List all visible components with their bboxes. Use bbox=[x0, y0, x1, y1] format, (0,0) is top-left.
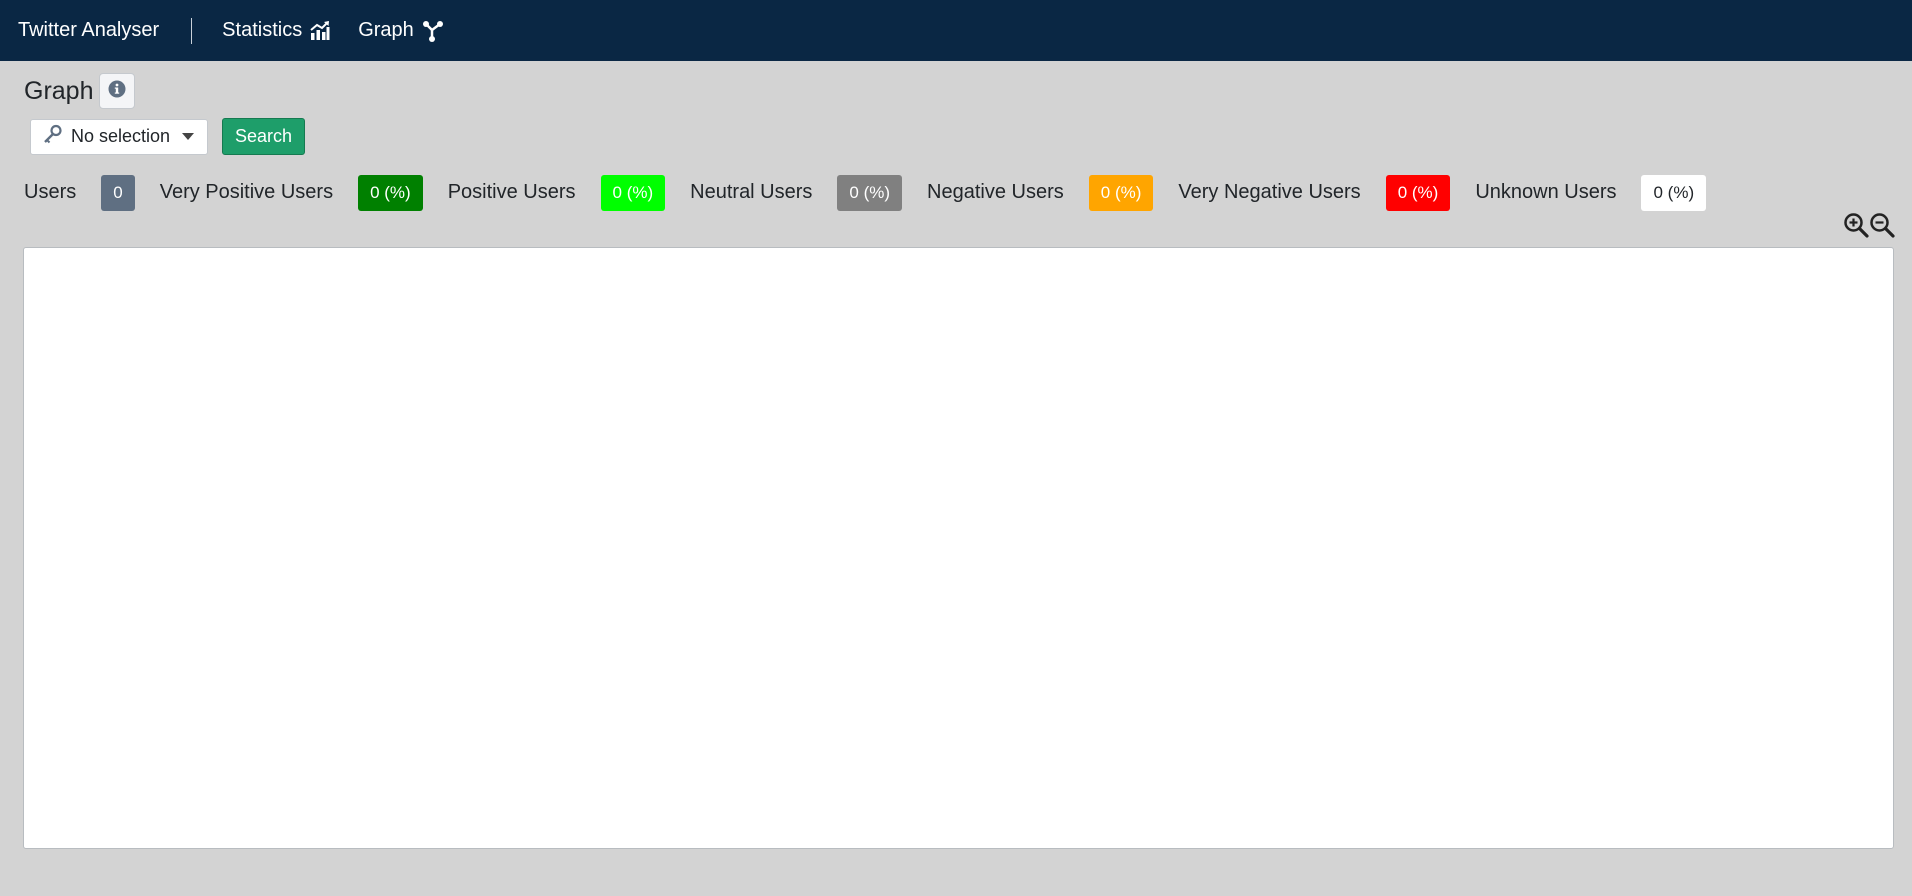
stat-label-very-negative: Very Negative Users bbox=[1178, 181, 1361, 203]
chevron-down-icon bbox=[182, 133, 195, 140]
stat-badge-unknown: 0 (%) bbox=[1641, 174, 1707, 211]
zoom-out-icon[interactable] bbox=[1869, 212, 1895, 238]
stat-badge-very-positive: 0 (%) bbox=[358, 174, 423, 211]
info-circle-icon bbox=[108, 80, 126, 103]
key-icon bbox=[43, 124, 63, 149]
stat-label-users: Users bbox=[24, 181, 77, 203]
dropdown-value: No selection bbox=[71, 126, 171, 146]
user-stats-row: Users 0 Very Positive Users 0 (%) Positi… bbox=[24, 174, 1731, 211]
stat-label-positive: Positive Users bbox=[447, 181, 576, 203]
top-navbar: Twitter Analyser Statistics Graph bbox=[0, 0, 1912, 61]
stat-badge-neutral: 0 (%) bbox=[837, 174, 903, 211]
search-button[interactable]: Search bbox=[222, 118, 306, 155]
chart-line-icon bbox=[310, 20, 330, 41]
stat-label-unknown: Unknown Users bbox=[1475, 181, 1617, 203]
nav-divider bbox=[191, 17, 193, 44]
stat-badge-very-negative: 0 (%) bbox=[1385, 174, 1451, 211]
brand-title[interactable]: Twitter Analyser bbox=[18, 19, 159, 42]
graph-nodes-icon bbox=[422, 20, 444, 42]
search-row: No selection Search bbox=[30, 118, 306, 155]
stat-label-very-positive: Very Positive Users bbox=[159, 181, 334, 203]
nav-link-statistics[interactable]: Statistics bbox=[222, 19, 330, 42]
key-select-dropdown[interactable]: No selection bbox=[30, 118, 208, 155]
nav-link-statistics-label: Statistics bbox=[222, 19, 303, 41]
zoom-controls bbox=[1843, 212, 1895, 238]
zoom-in-icon[interactable] bbox=[1843, 212, 1869, 238]
page-title: Graph bbox=[24, 76, 94, 105]
page-title-row: Graph bbox=[24, 73, 136, 109]
nav-link-graph[interactable]: Graph bbox=[358, 19, 444, 42]
stat-label-negative: Negative Users bbox=[927, 181, 1064, 203]
nav-link-graph-label: Graph bbox=[358, 19, 414, 41]
stat-label-neutral: Neutral Users bbox=[690, 181, 813, 203]
info-button[interactable] bbox=[99, 73, 136, 109]
stat-badge-negative: 0 (%) bbox=[1088, 174, 1154, 211]
stat-badge-users: 0 bbox=[101, 174, 135, 211]
stat-badge-positive: 0 (%) bbox=[600, 174, 666, 211]
graph-canvas[interactable] bbox=[23, 247, 1894, 849]
